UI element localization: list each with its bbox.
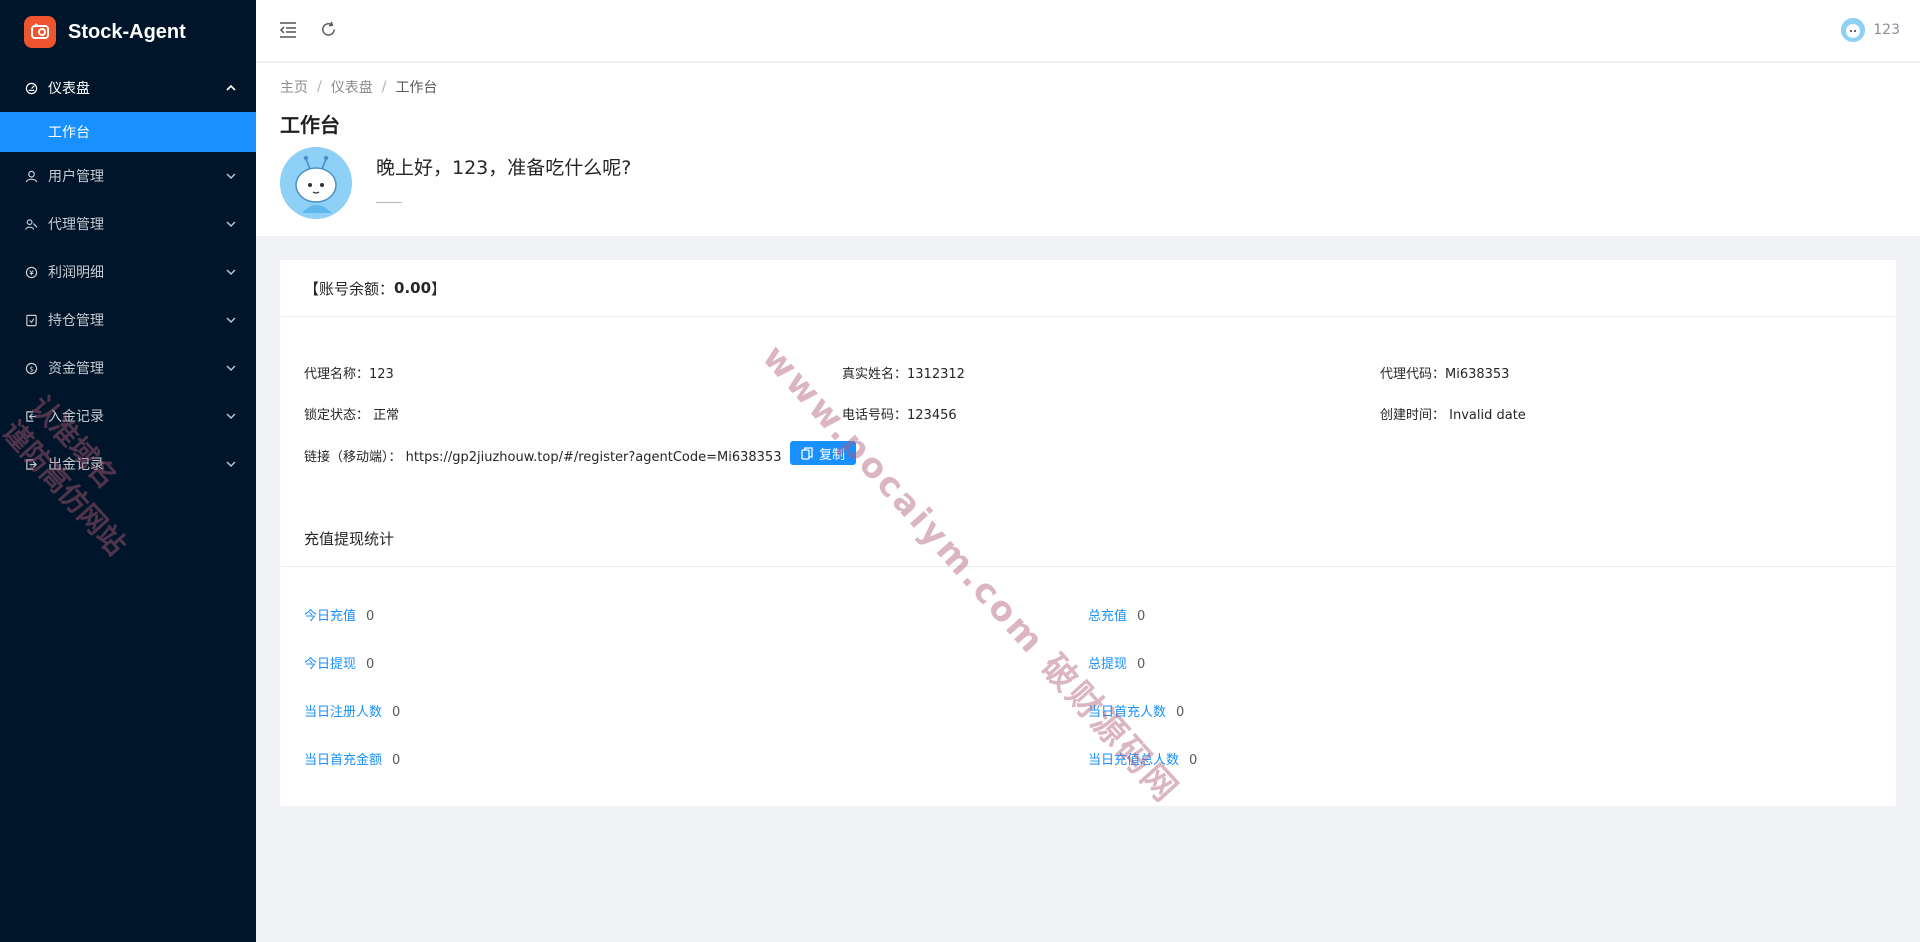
chevron-down-icon [226,315,236,325]
balance-suffix: 】 [431,279,447,298]
sidebar-item-label: 资金管理 [48,361,104,377]
top-header: 123 [256,0,1920,62]
copy-icon [801,446,813,460]
avatar [280,147,352,219]
sidebar-subitem-workbench[interactable]: 工作台 [0,112,256,152]
phone-number: 电话号码：123456 [842,408,957,423]
stat-today-withdraw: 今日提现 0 [304,653,374,672]
stat-label[interactable]: 当日充值总人数 [1088,753,1179,768]
stat-value: 0 [366,609,375,624]
balance-value: 0.00 [394,279,432,297]
agent-code: 代理代码：Mi638353 [1380,367,1510,382]
sidebar-item-label: 利润明细 [48,265,104,281]
avatar [1841,18,1866,42]
sidebar-item-funds[interactable]: $ 资金管理 [0,344,256,392]
stat-label[interactable]: 总充值 [1088,609,1127,624]
withdraw-icon [24,457,38,471]
copy-link-button[interactable]: 复制 [790,441,856,465]
stat-label[interactable]: 当日注册人数 [304,705,382,720]
stat-label[interactable]: 今日充值 [304,609,356,624]
stat-value: 0 [392,753,401,768]
chevron-down-icon [226,219,236,229]
created-time: 创建时间： Invalid date [1380,408,1526,423]
page-title: 工作台 [280,113,340,137]
stat-total-recharge: 总充值 0 [1088,605,1145,624]
agent-info-card: 【账号余额： 0.00 】 代理名称：123 真实姓名：1312312 代理代码… [280,260,1896,806]
user-icon [24,169,38,183]
stats-title: 充值提现统计 [304,530,395,548]
menu-fold-icon[interactable] [278,20,298,40]
stat-value: 0 [1176,705,1185,720]
sidebar-item-label: 仪表盘 [48,81,90,97]
greeting-divider [376,202,402,203]
chevron-down-icon [226,411,236,421]
breadcrumb-home[interactable]: 主页 [280,77,308,97]
breadcrumb: 主页 / 仪表盘 / 工作台 [280,77,437,97]
stat-value: 0 [1137,657,1146,672]
username: 123 [1873,22,1900,38]
stat-first-recharge-users: 当日首充人数 0 [1088,701,1184,720]
breadcrumb-dashboard[interactable]: 仪表盘 [331,77,373,97]
breadcrumb-separator: / [381,79,387,95]
sidebar: Stock-Agent 仪表盘 工作台 用户管理 代理管理 利润明细 持仓管理 [0,0,256,942]
sidebar-item-withdrawals[interactable]: 出金记录 [0,440,256,488]
stat-value: 0 [392,705,401,720]
team-icon [24,217,38,231]
stat-value: 0 [1137,609,1146,624]
balance-header: 【账号余额： 0.00 】 [280,260,1896,317]
sidebar-item-profit[interactable]: 利润明细 [0,248,256,296]
sidebar-subitem-label: 工作台 [48,125,90,141]
sidebar-item-label: 持仓管理 [48,313,104,329]
agent-name: 代理名称：123 [304,367,394,382]
stat-label[interactable]: 总提现 [1088,657,1127,672]
stat-value: 0 [1189,753,1198,768]
sidebar-item-label: 入金记录 [48,409,104,425]
svg-text:$: $ [29,364,34,373]
sidebar-item-label: 代理管理 [48,217,104,233]
sidebar-item-deposits[interactable]: 入金记录 [0,392,256,440]
breadcrumb-separator: / [317,79,322,95]
register-link: 链接（移动端）： https://gp2jiuzhouw.top/#/regis… [304,450,782,465]
sidebar-menu: 仪表盘 工作台 用户管理 代理管理 利润明细 持仓管理 $ 资金管理 入金记录 … [0,64,256,488]
position-icon [24,313,38,327]
profit-icon [24,265,38,279]
chevron-down-icon [226,171,236,181]
chevron-up-icon [226,83,236,93]
stat-value: 0 [366,657,375,672]
greeting-text: 晚上好，123，准备吃什么呢? [376,157,632,179]
user-menu[interactable]: 123 [1841,18,1900,42]
stat-today-recharge: 今日充值 0 [304,605,374,624]
stat-recharge-users: 当日充值总人数 0 [1088,749,1197,768]
stats-divider [280,566,1896,567]
stat-label[interactable]: 当日首充人数 [1088,705,1166,720]
sidebar-item-dashboard[interactable]: 仪表盘 [0,64,256,112]
stat-first-recharge-amount: 当日首充金额 0 [304,749,400,768]
sidebar-item-users[interactable]: 用户管理 [0,152,256,200]
balance-label: 【账号余额： [304,279,395,298]
page-header: 主页 / 仪表盘 / 工作台 工作台 晚上好，123，准备吃什么呢? [256,63,1920,236]
stat-total-withdraw: 总提现 0 [1088,653,1145,672]
money-icon: $ [24,361,38,375]
stat-label[interactable]: 今日提现 [304,657,356,672]
dashboard-icon [24,81,38,95]
refresh-icon[interactable] [318,19,338,39]
logo-icon [24,16,56,48]
sidebar-item-label: 用户管理 [48,169,104,185]
app-logo[interactable]: Stock-Agent [0,0,256,64]
breadcrumb-current: 工作台 [395,80,438,96]
chevron-down-icon [226,363,236,373]
copy-label: 复制 [818,447,845,463]
sidebar-item-label: 出金记录 [48,457,104,473]
lock-status: 锁定状态： 正常 [304,408,400,423]
real-name: 真实姓名：1312312 [842,367,965,382]
chevron-down-icon [226,459,236,469]
deposit-icon [24,409,38,423]
stat-today-register: 当日注册人数 0 [304,701,400,720]
stat-label[interactable]: 当日首充金额 [304,753,382,768]
app-name: Stock-Agent [68,20,186,43]
chevron-down-icon [226,267,236,277]
sidebar-item-agents[interactable]: 代理管理 [0,200,256,248]
sidebar-item-positions[interactable]: 持仓管理 [0,296,256,344]
